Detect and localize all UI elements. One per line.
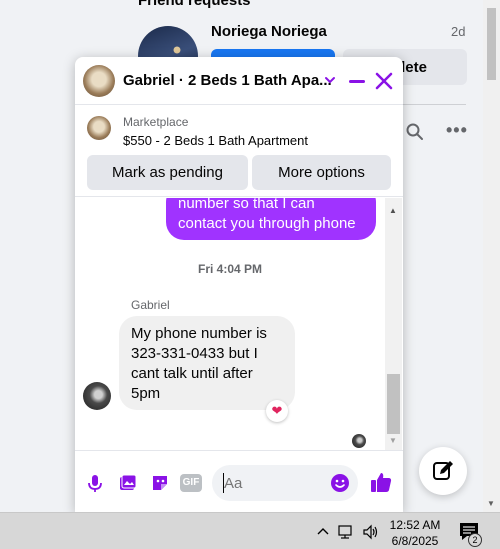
delete-button-label: lete: [401, 58, 427, 76]
chevron-down-icon[interactable]: [323, 73, 337, 87]
heart-reaction-icon[interactable]: ❤: [266, 400, 288, 422]
chat-title[interactable]: Gabriel · 2 Beds 1 Bath Apa...: [123, 72, 332, 89]
listing-thumbnail[interactable]: [87, 116, 111, 140]
message-composer: GIF: [75, 450, 403, 512]
divider: [400, 104, 466, 105]
mark-as-pending-button[interactable]: Mark as pending: [87, 155, 248, 190]
scroll-down-arrow-icon[interactable]: ▼: [487, 499, 495, 508]
new-message-button[interactable]: [419, 447, 467, 495]
clock-date: 6/8/2025: [391, 534, 439, 548]
page-scrollbar-thumb[interactable]: [487, 8, 496, 80]
more-options-button[interactable]: More options: [252, 155, 391, 190]
page-scrollbar[interactable]: ▼: [483, 0, 500, 512]
taskbar: 12:52 AM 6/8/2025 2: [0, 512, 500, 549]
message-scrollbar[interactable]: ▲ ▼: [385, 198, 402, 450]
message-list: number so that I can contact you through…: [75, 198, 403, 450]
scroll-down-arrow-icon[interactable]: ▼: [389, 436, 397, 445]
outgoing-message[interactable]: number so that I can contact you through…: [166, 198, 376, 240]
like-icon[interactable]: [369, 470, 393, 494]
section-header: Friend requests: [138, 0, 251, 9]
more-options-icon[interactable]: •••: [446, 120, 468, 141]
emoji-icon[interactable]: [330, 473, 350, 493]
text-cursor: [223, 473, 224, 493]
clock-time: 12:52 AM: [389, 518, 441, 532]
chat-avatar[interactable]: [83, 65, 115, 97]
network-icon[interactable]: [337, 524, 355, 540]
search-icon[interactable]: [405, 122, 425, 142]
close-icon[interactable]: [375, 72, 393, 90]
show-hidden-icons-chevron-icon[interactable]: [316, 525, 330, 537]
scroll-up-arrow-icon[interactable]: ▲: [389, 206, 397, 215]
chat-window: Gabriel · 2 Beds 1 Bath Apa... Marketpla…: [75, 57, 403, 512]
listing-title[interactable]: $550 - 2 Beds 1 Bath Apartment: [123, 133, 308, 148]
photo-icon[interactable]: [118, 473, 138, 493]
incoming-message[interactable]: My phone number is 323-331-0433 but I ca…: [119, 316, 295, 410]
chat-header[interactable]: Gabriel · 2 Beds 1 Bath Apa...: [75, 57, 403, 105]
marketplace-label: Marketplace: [123, 115, 189, 129]
marketplace-listing: Marketplace $550 - 2 Beds 1 Bath Apartme…: [75, 105, 403, 197]
message-scrollbar-thumb[interactable]: [387, 374, 400, 434]
sender-avatar[interactable]: [83, 382, 111, 410]
sticker-icon[interactable]: [150, 473, 170, 493]
sender-name: Gabriel: [131, 298, 170, 312]
seen-avatar: [352, 434, 366, 448]
message-timestamp: Fri 4:04 PM: [197, 262, 263, 276]
gif-icon[interactable]: GIF: [180, 474, 202, 492]
microphone-icon[interactable]: [85, 473, 105, 493]
notification-count-badge: 2: [468, 533, 482, 547]
minimize-icon[interactable]: [349, 80, 365, 83]
friend-name[interactable]: Noriega Noriega: [211, 23, 327, 40]
system-clock[interactable]: 12:52 AM 6/8/2025: [385, 517, 445, 549]
volume-icon[interactable]: [362, 524, 380, 540]
friend-request-time: 2d: [451, 24, 466, 39]
compose-icon: [433, 461, 453, 480]
